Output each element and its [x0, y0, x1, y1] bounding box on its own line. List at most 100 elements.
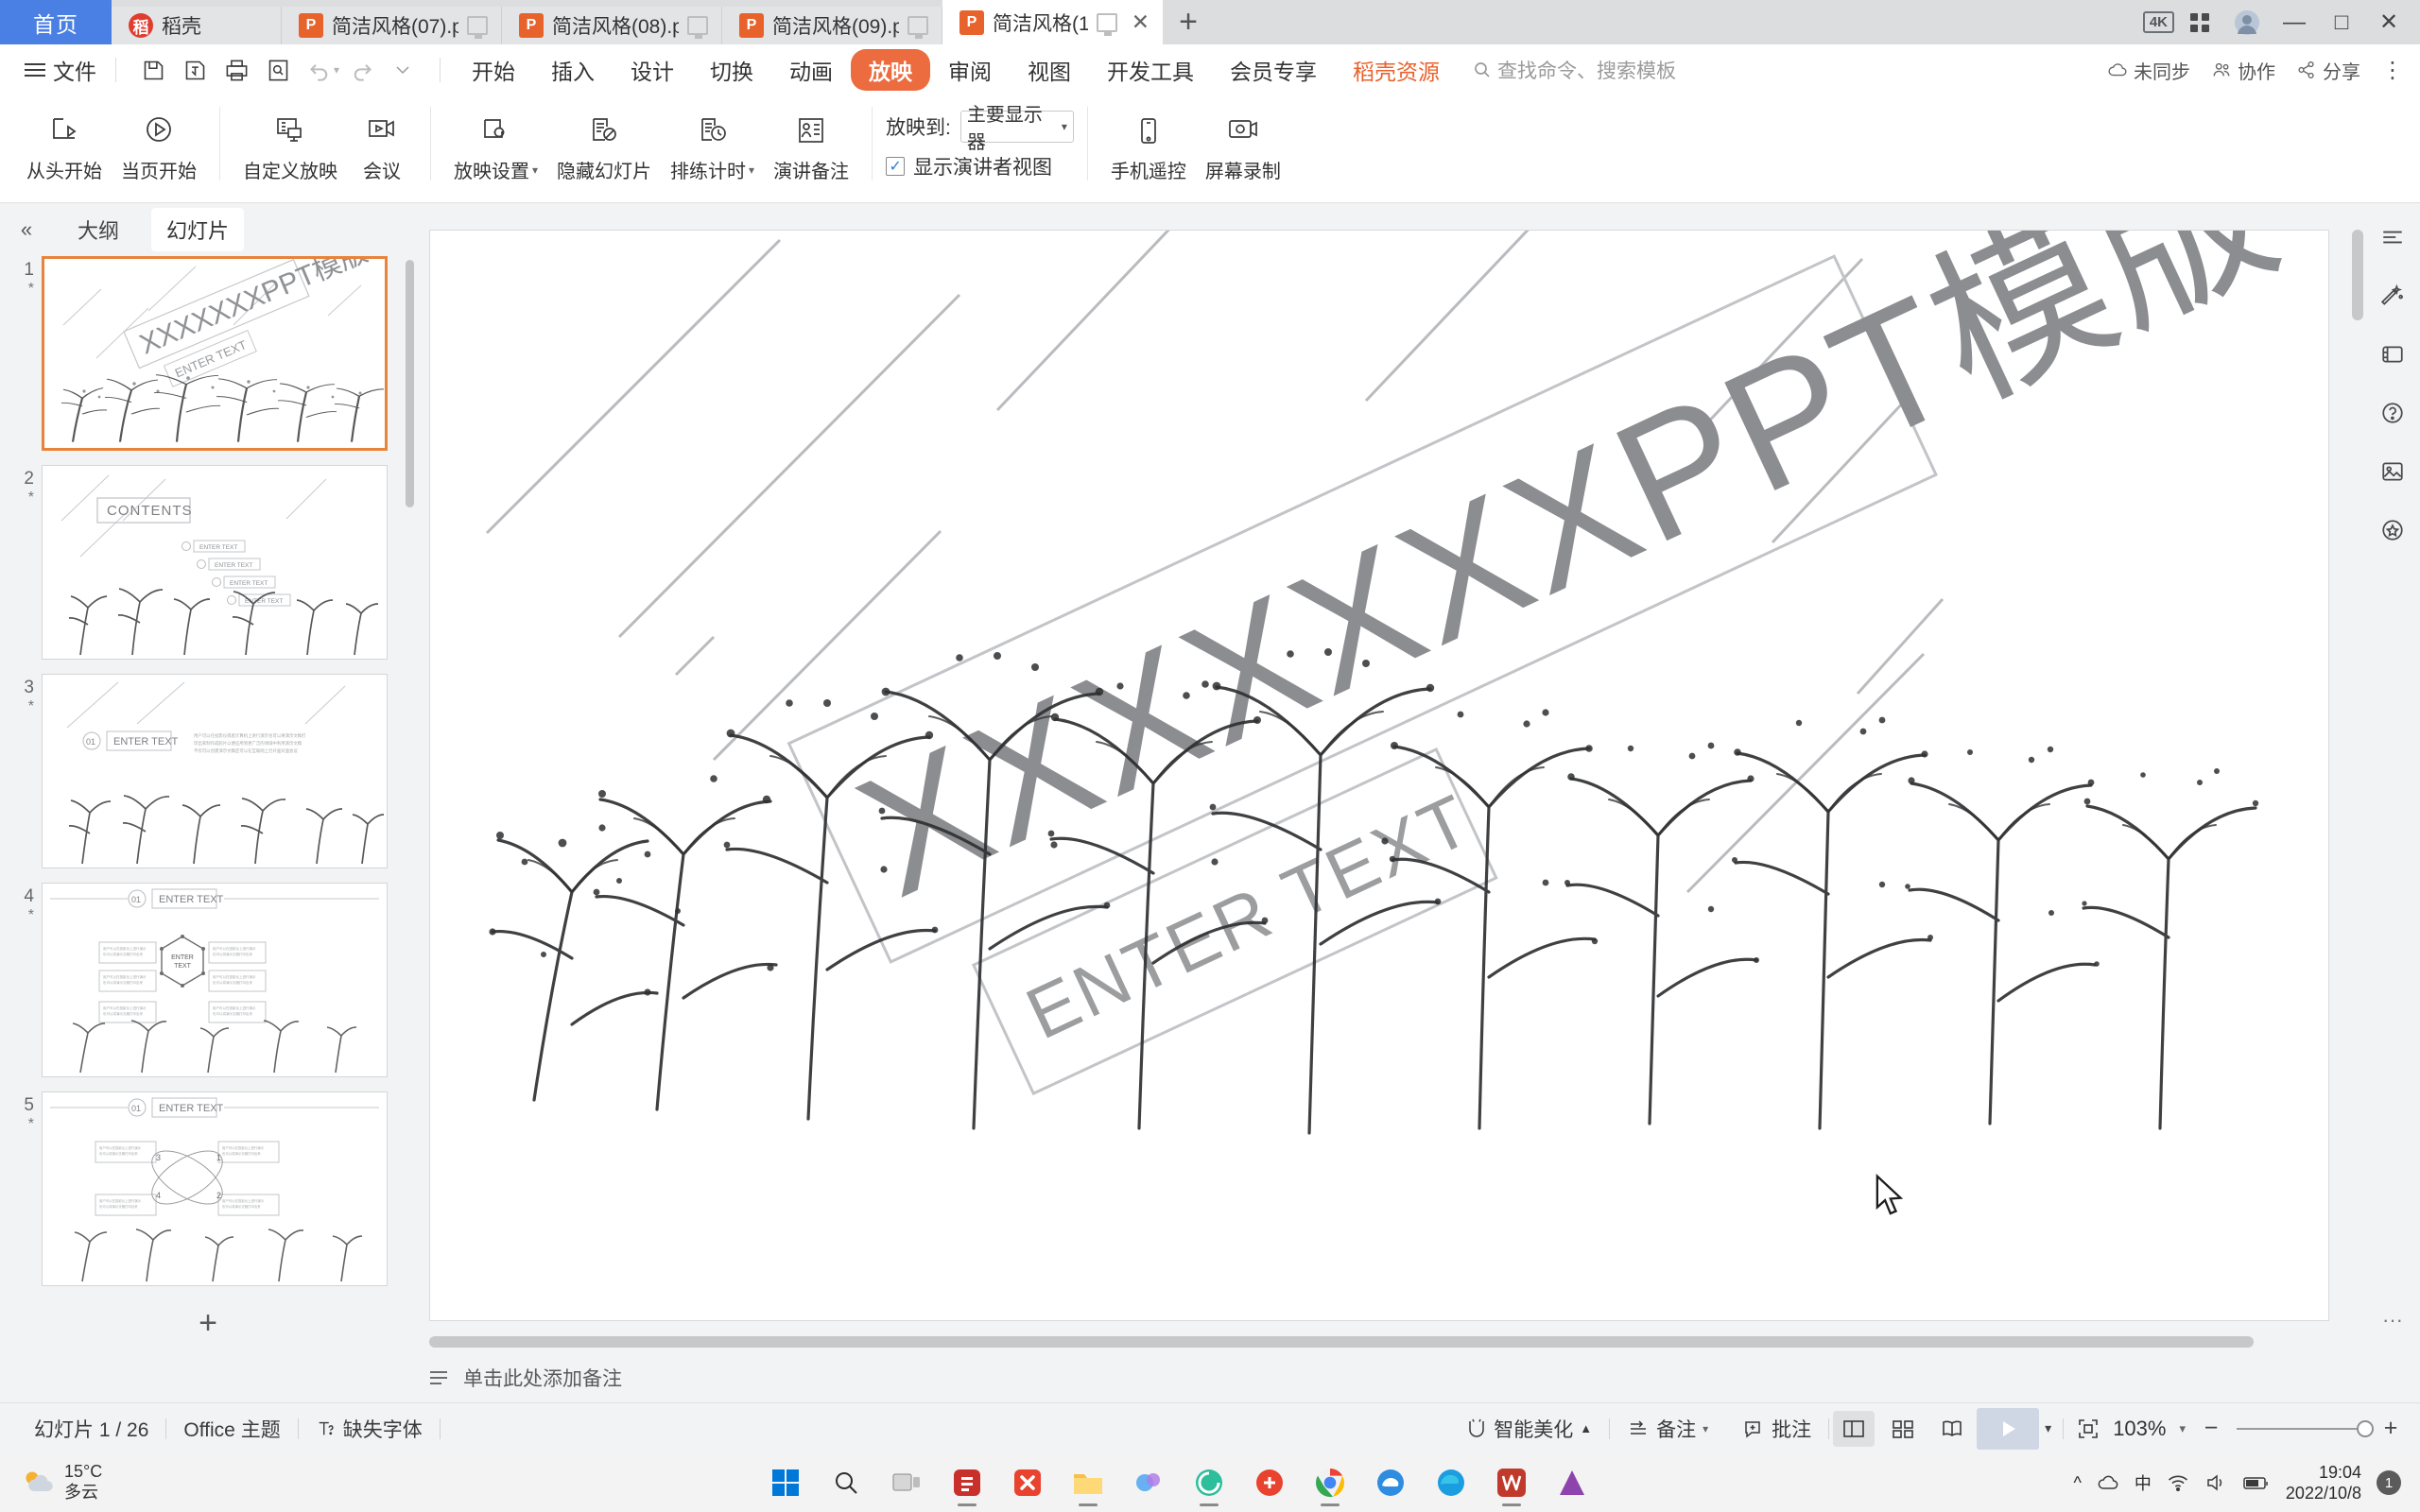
maximize-button[interactable]: □ — [2320, 0, 2363, 44]
screen-record-button[interactable]: 屏幕录制 — [1196, 103, 1290, 183]
slide-sorter-view-button[interactable] — [1882, 1411, 1924, 1447]
chrome[interactable] — [1304, 1456, 1357, 1509]
slide-thumbnail-2[interactable]: CONTENTS ENTER TEXT ENTER TEXT ENTER TEX… — [42, 465, 388, 660]
slide-counter[interactable]: 幻灯片 1 / 26 — [17, 1415, 165, 1443]
slide-thumbnail-5[interactable]: 01 ENTER TEXT 用户可以在投影仪上进行演示 也可以将演示文稿打印出来 … — [42, 1091, 388, 1286]
rail-more-icon[interactable]: ··· — [2382, 1308, 2403, 1332]
tab-document-09[interactable]: P 简洁风格(09).pptx — [722, 7, 942, 44]
slideshow-play-button[interactable] — [1977, 1407, 2040, 1450]
cloud-tray-icon[interactable] — [2097, 1472, 2119, 1493]
slide-thumbnail-list[interactable]: 1 * XXXXXXXPPT模版 ENTER TEXT 2 * CONTENTS… — [0, 256, 416, 1293]
custom-show-button[interactable]: 自定义放映 — [233, 103, 347, 183]
meeting-button[interactable]: 会议 — [347, 103, 417, 183]
ime-indicator[interactable]: 中 — [2135, 1470, 2152, 1495]
tab-document-13-active[interactable]: P 简洁风格(13).pptx ✕ — [942, 0, 1163, 44]
list-item[interactable]: 2 * CONTENTS ENTER TEXT ENTER TEXT ENTER… — [13, 465, 416, 660]
share-button[interactable]: 分享 — [2296, 57, 2360, 84]
chevron-down-icon[interactable]: ▾ — [532, 163, 538, 177]
location-pin-icon[interactable] — [2374, 511, 2411, 549]
scrollbar-thumb[interactable] — [429, 1336, 2254, 1348]
play-current-button[interactable]: 当页开始 — [112, 103, 206, 183]
zoom-caret-icon[interactable]: ▾ — [2179, 1421, 2186, 1436]
presenter-view-checkbox[interactable]: ✓ 显示演讲者视图 — [886, 152, 1074, 180]
zoom-out-button[interactable]: − — [2199, 1415, 2223, 1442]
minimize-button[interactable]: — — [2273, 0, 2316, 44]
slide-thumbnail-3[interactable]: 01 ENTER TEXT 用户可以在投影仪或者计算机上进行演示也可以将演示文稿… — [42, 674, 388, 868]
redo-icon[interactable] — [341, 50, 381, 90]
search-button[interactable] — [820, 1456, 873, 1509]
taskbar-weather[interactable]: 15°C 多云 — [0, 1462, 284, 1503]
app-taskbar-icon-5[interactable] — [1243, 1456, 1296, 1509]
comments-button[interactable]: 批注 — [1725, 1415, 1828, 1443]
add-slide-button[interactable]: + — [19, 1301, 397, 1345]
tab-start[interactable]: 开始 — [454, 49, 533, 91]
rehearse-timing-button[interactable]: 排练计时 ▾ — [661, 103, 764, 183]
tab-slideshow[interactable]: 放映 — [851, 49, 931, 91]
play-from-start-button[interactable]: 从头开始 — [17, 103, 112, 183]
phone-remote-button[interactable]: 手机遥控 — [1101, 103, 1196, 183]
help-circle-icon[interactable] — [2374, 394, 2411, 432]
magic-wand-icon[interactable] — [2374, 277, 2411, 315]
quick-access-more-icon[interactable] — [383, 50, 423, 90]
scrollbar-thumb[interactable] — [2352, 230, 2363, 320]
edge[interactable] — [1425, 1456, 1478, 1509]
play-options-caret-icon[interactable]: ▾ — [2045, 1420, 2051, 1436]
wifi-icon[interactable] — [2167, 1472, 2189, 1493]
reading-view-button[interactable] — [1931, 1411, 1973, 1447]
menubar-overflow-icon[interactable]: ⋮ — [2381, 57, 2405, 84]
wps-writer[interactable] — [1485, 1456, 1538, 1509]
show-settings-button[interactable]: 放映设置 ▾ — [444, 103, 547, 183]
battery-icon[interactable] — [2242, 1473, 2271, 1492]
tab-slides[interactable]: 幻灯片 — [151, 208, 245, 251]
tab-developer[interactable]: 开发工具 — [1089, 49, 1212, 91]
format-lines-icon[interactable] — [2374, 218, 2411, 256]
volume-icon[interactable] — [2204, 1472, 2227, 1493]
notification-badge[interactable]: 1 — [2377, 1470, 2401, 1495]
tab-design[interactable]: 设计 — [613, 49, 692, 91]
task-view-button[interactable] — [880, 1456, 933, 1509]
tab-review[interactable]: 审阅 — [930, 49, 1010, 91]
canvas-horizontal-scrollbar[interactable] — [429, 1336, 2346, 1348]
chevron-down-icon[interactable]: ▾ — [749, 163, 754, 177]
notes-pane[interactable]: 单击此处添加备注 — [0, 1353, 2420, 1402]
home-tab[interactable]: 首页 — [0, 0, 112, 44]
notes-toggle-button[interactable]: 备注 ▾ — [1610, 1415, 1725, 1443]
theme-name[interactable]: Office 主题 — [166, 1415, 297, 1443]
list-item[interactable]: 4 * 01 ENTER TEXT 用户可以在投影仪上进行演示 也可以将演示文稿… — [13, 883, 416, 1077]
normal-view-button[interactable] — [1833, 1410, 1876, 1447]
taskbar-clock[interactable]: 19:04 2022/10/8 — [2286, 1462, 2361, 1504]
zoom-level[interactable]: 103% — [2113, 1417, 2166, 1441]
collapse-left-icon[interactable]: « — [8, 217, 45, 242]
slide-panel-scrollbar[interactable] — [406, 260, 414, 507]
media-library-icon[interactable] — [2374, 335, 2411, 373]
app-taskbar-icon-1[interactable] — [941, 1456, 994, 1509]
tab-daoke-resources[interactable]: 稻壳资源 — [1335, 49, 1458, 91]
canvas-vertical-scrollbar[interactable] — [2352, 230, 2363, 1310]
start-button[interactable] — [759, 1456, 812, 1509]
tab-insert[interactable]: 插入 — [533, 49, 613, 91]
window-close-button[interactable]: ✕ — [2367, 0, 2411, 44]
app-grid-icon[interactable] — [2178, 0, 2221, 44]
hide-slide-button[interactable]: 隐藏幻灯片 — [547, 103, 661, 183]
collaborate-button[interactable]: 协作 — [2211, 57, 2275, 84]
zoom-in-button[interactable]: + — [2378, 1415, 2403, 1442]
file-explorer[interactable] — [1062, 1456, 1115, 1509]
speaker-notes-button[interactable]: 演讲备注 — [764, 103, 858, 183]
search-box[interactable]: 查找命令、搜索模板 — [1473, 56, 1676, 84]
tab-transition[interactable]: 切换 — [692, 49, 771, 91]
smart-beautify-button[interactable]: 智能美化 ▲ — [1449, 1415, 1609, 1443]
missing-fonts[interactable]: 缺失字体 — [299, 1415, 440, 1443]
close-icon[interactable]: ✕ — [1132, 11, 1150, 33]
tab-member[interactable]: 会员专享 — [1212, 49, 1335, 91]
print-preview-icon[interactable] — [258, 50, 298, 90]
tab-document-08[interactable]: P 简洁风格(08).pptx — [502, 7, 722, 44]
slide-canvas[interactable]: XXXXXXXPPT模版 ENTER TEXT — [429, 230, 2329, 1321]
list-item[interactable]: 5 * 01 ENTER TEXT 用户可以在投影仪上进行演示 也可以将演示文稿… — [13, 1091, 416, 1286]
tab-outline[interactable]: 大纲 — [62, 208, 134, 251]
file-menu-button[interactable]: 文件 — [13, 54, 108, 86]
fit-to-window-icon[interactable] — [2077, 1418, 2100, 1440]
tab-view[interactable]: 视图 — [1010, 49, 1089, 91]
print-icon[interactable] — [216, 50, 256, 90]
tab-daoke[interactable]: 稻 稻壳 — [112, 7, 282, 44]
app-taskbar-icon-6[interactable] — [1546, 1456, 1599, 1509]
